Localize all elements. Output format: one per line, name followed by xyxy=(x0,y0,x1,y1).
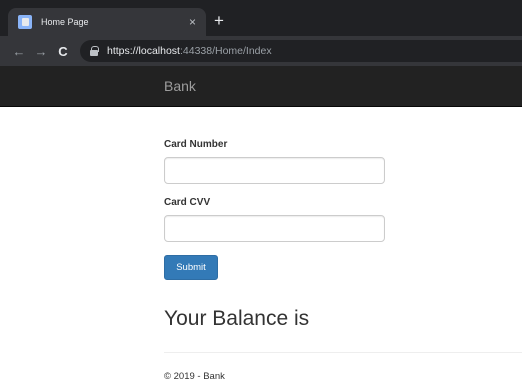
footer-divider xyxy=(164,352,522,353)
card-cvv-label: Card CVV xyxy=(164,197,211,208)
browser-toolbar: ← → C https://localhost:44338/Home/Index xyxy=(0,36,522,66)
url-path: :44338/Home/Index xyxy=(179,45,272,57)
browser-titlebar: Home Page × + xyxy=(0,0,522,36)
address-bar[interactable]: https://localhost:44338/Home/Index xyxy=(80,40,522,62)
plus-icon[interactable]: + xyxy=(214,12,224,29)
card-cvv-input[interactable] xyxy=(164,215,385,242)
balance-heading: Your Balance is xyxy=(164,307,310,330)
lock-icon[interactable] xyxy=(90,46,99,56)
url-text[interactable]: https://localhost:44338/Home/Index xyxy=(107,45,272,57)
navbar-brand-link[interactable]: Bank xyxy=(164,78,196,94)
browser-tab[interactable]: Home Page × xyxy=(8,8,206,36)
url-host: https://localhost xyxy=(107,45,180,57)
card-number-label: Card Number xyxy=(164,139,228,150)
footer-text: © 2019 - Bank xyxy=(164,371,225,382)
submit-button[interactable]: Submit xyxy=(164,255,218,280)
site-navbar: Bank xyxy=(0,66,522,107)
close-icon[interactable]: × xyxy=(189,16,196,28)
card-number-input[interactable] xyxy=(164,157,385,184)
page-icon xyxy=(18,15,32,29)
reload-icon[interactable]: C xyxy=(52,45,74,58)
forward-arrow-icon[interactable]: → xyxy=(30,45,52,58)
back-arrow-icon[interactable]: ← xyxy=(8,45,30,58)
tab-title: Home Page xyxy=(41,17,89,27)
